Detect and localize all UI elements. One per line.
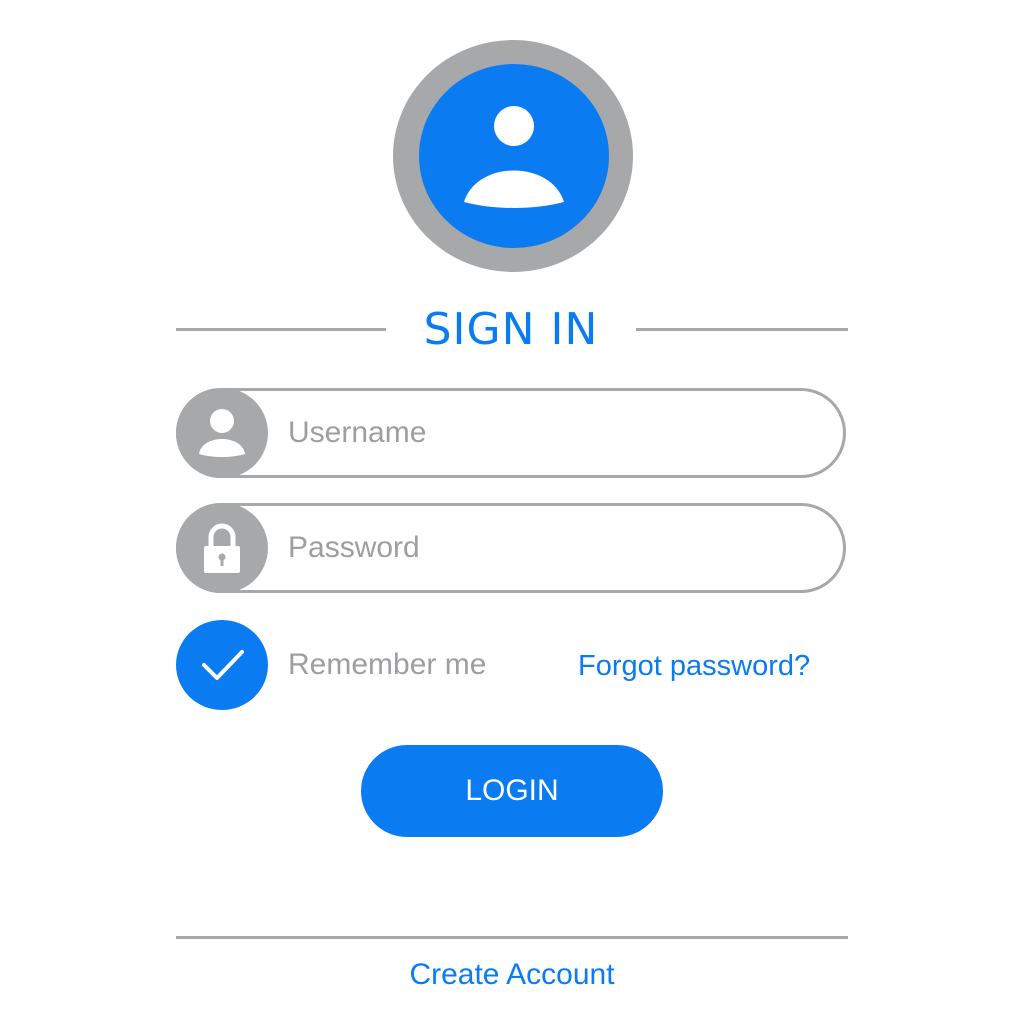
title-divider-right [636, 328, 848, 331]
login-button[interactable]: LOGIN [361, 745, 663, 837]
user-avatar-icon [419, 64, 609, 248]
remember-me-checkbox[interactable] [176, 620, 268, 710]
username-field [176, 388, 846, 478]
sign-in-page: SIGN IN Remember me For [0, 0, 1024, 1024]
user-icon [176, 388, 268, 478]
forgot-password-link[interactable]: Forgot password? [578, 646, 850, 686]
remember-me-label[interactable]: Remember me [288, 645, 486, 685]
create-account-link[interactable]: Create Account [312, 955, 712, 995]
password-field [176, 503, 846, 593]
checkmark-icon [202, 650, 244, 680]
password-input[interactable] [288, 506, 818, 590]
title-divider-left [176, 328, 386, 331]
footer-divider [176, 936, 848, 939]
page-title: SIGN IN [423, 304, 599, 355]
username-input[interactable] [288, 391, 818, 475]
lock-icon [176, 503, 268, 593]
